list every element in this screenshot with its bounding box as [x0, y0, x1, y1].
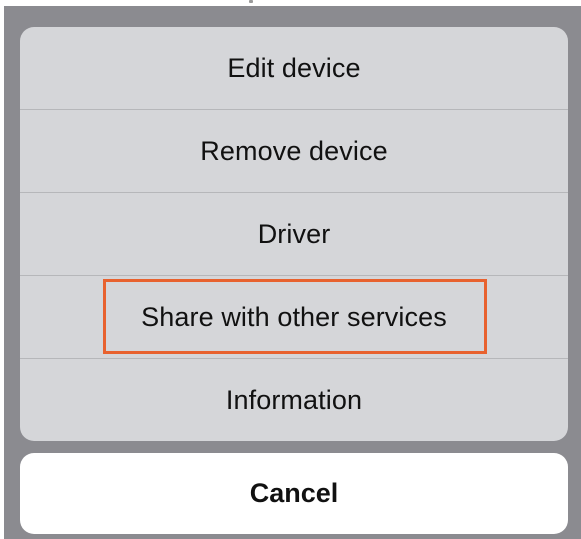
partial-text-mark — [249, 0, 253, 3]
cancel-label: Cancel — [249, 478, 339, 508]
edit-device-button[interactable]: Edit device — [20, 27, 568, 109]
driver-button[interactable]: Driver — [20, 193, 568, 275]
action-sheet-group: Edit device Remove device Driver Share w… — [20, 27, 568, 441]
cancel-button[interactable]: Cancel — [20, 453, 568, 534]
remove-device-button[interactable]: Remove device — [20, 110, 568, 192]
share-with-other-services-button[interactable]: Share with other services — [20, 276, 568, 358]
remove-device-label: Remove device — [200, 135, 388, 166]
information-button[interactable]: Information — [20, 359, 568, 441]
share-with-other-services-label: Share with other services — [141, 301, 447, 332]
edit-device-label: Edit device — [227, 52, 361, 83]
driver-label: Driver — [257, 218, 331, 249]
information-label: Information — [225, 384, 363, 415]
